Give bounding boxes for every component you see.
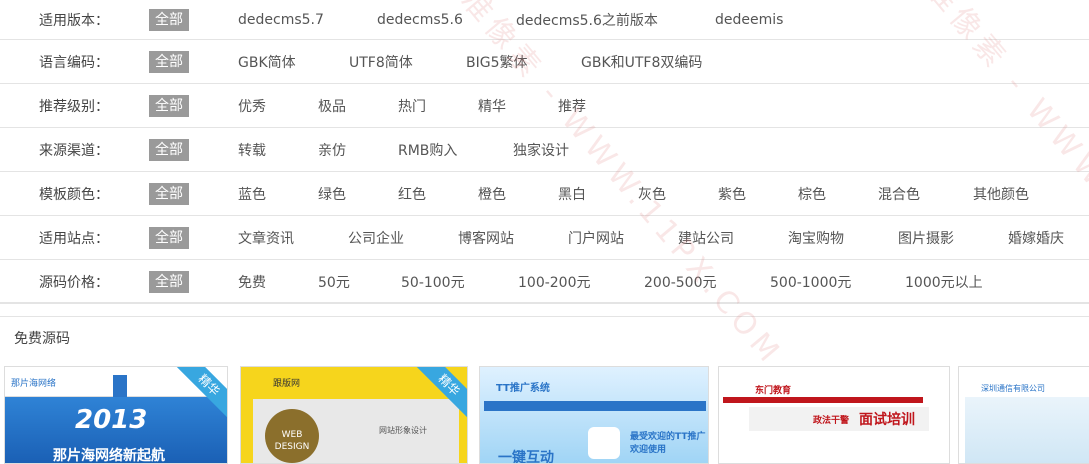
template-card[interactable]: 深圳通信有限公司 (958, 366, 1089, 464)
filter-row: 适用站点： 全部 文章资讯 公司企业 博客网站 门户网站 建站公司 淘宝购物 图片摄影 婚嫁婚庆 (0, 216, 1089, 260)
filter-option[interactable]: 橙色 (478, 184, 506, 204)
card-thumbnail: 深圳通信有限公司 (959, 367, 1089, 463)
card-thumbnail: 东门教育 政法干警 面试培训 (719, 367, 949, 463)
filter-label: 语言编码： (39, 54, 109, 71)
filter-row: 模板颜色： 全部 蓝色 绿色 红色 橙色 黑白 灰色 紫色 棕色 混合色 其他颜色 (0, 172, 1089, 216)
filter-all-button[interactable]: 全部 (149, 138, 189, 161)
card-thumbnail: TT推广系统 最受欢迎的TT推广 欢迎使用 一键互动 (480, 367, 708, 463)
filter-all-button[interactable]: 全部 (149, 270, 189, 293)
filter-panel: 适用版本： 全部 dedecms5.7 dedecms5.6 dedecms5.6之前版… (0, 0, 1089, 304)
filter-all-button[interactable]: 全部 (149, 226, 189, 249)
filter-option[interactable]: BIG5繁体 (466, 52, 528, 72)
divider (0, 316, 1089, 317)
filter-option[interactable]: 绿色 (318, 184, 346, 204)
filter-option[interactable]: 门户网站 (568, 228, 624, 248)
filter-row: 推荐级别： 全部 优秀 极品 热门 精华 推荐 (0, 84, 1089, 128)
filter-option[interactable]: 50-100元 (401, 272, 465, 292)
filter-option[interactable]: GBK和UTF8双编码 (581, 52, 702, 72)
filter-option[interactable]: dedeemis (715, 12, 783, 28)
filter-option[interactable]: 建站公司 (678, 228, 734, 248)
filter-all-button[interactable]: 全部 (149, 8, 189, 31)
filter-option[interactable]: UTF8简体 (349, 52, 413, 72)
filter-option[interactable]: 红色 (398, 184, 426, 204)
template-card[interactable]: TT推广系统 最受欢迎的TT推广 欢迎使用 一键互动 (479, 366, 709, 464)
filter-option[interactable]: 1000元以上 (905, 272, 983, 292)
filter-option[interactable]: 淘宝购物 (788, 228, 844, 248)
filter-all-button[interactable]: 全部 (149, 182, 189, 205)
section-title: 免费源码 (14, 331, 70, 347)
filter-option[interactable]: 蓝色 (238, 184, 266, 204)
filter-label: 模板颜色： (39, 186, 109, 203)
card-brand: 深圳通信有限公司 (981, 384, 1045, 393)
filter-option[interactable]: 文章资讯 (238, 228, 294, 248)
filter-option[interactable]: 棕色 (798, 184, 826, 204)
filter-option[interactable]: 婚嫁婚庆 (1008, 228, 1064, 248)
filter-option[interactable]: 精华 (478, 96, 506, 116)
card-brand: TT推广系统 (496, 383, 550, 394)
filter-option[interactable]: dedecms5.6之前版本 (516, 10, 658, 30)
filter-option[interactable]: 公司企业 (348, 228, 404, 248)
filter-all-button[interactable]: 全部 (149, 50, 189, 73)
filter-option[interactable]: 免费 (238, 272, 266, 292)
filter-option[interactable]: 优秀 (238, 96, 266, 116)
filter-option[interactable]: 50元 (318, 272, 350, 292)
template-card[interactable]: 跟版网 WEB DESIGN 网站形象设计 精华 (240, 366, 468, 464)
filter-option[interactable]: 其他颜色 (973, 184, 1029, 204)
divider (0, 302, 1089, 303)
filter-option[interactable]: dedecms5.6 (377, 12, 463, 28)
filter-option[interactable]: 图片摄影 (898, 228, 954, 248)
template-card-list: 那片海网络 2013 那片海网络新起航 精华 跟版网 WEB DESIGN 网站… (0, 366, 1089, 464)
filter-option[interactable]: GBK简体 (238, 52, 296, 72)
filter-option[interactable]: 热门 (398, 96, 426, 116)
filter-option[interactable]: 灰色 (638, 184, 666, 204)
filter-row: 来源渠道： 全部 转载 亲仿 RMB购入 独家设计 (0, 128, 1089, 172)
filter-label: 适用版本： (39, 12, 109, 29)
filter-option[interactable]: 推荐 (558, 96, 586, 116)
filter-option[interactable]: 100-200元 (518, 272, 591, 292)
filter-label: 适用站点： (39, 230, 109, 247)
filter-option[interactable]: 博客网站 (458, 228, 514, 248)
card-brand: 跟版网 (273, 379, 301, 389)
template-card[interactable]: 那片海网络 2013 那片海网络新起航 精华 (4, 366, 228, 464)
filter-option[interactable]: dedecms5.7 (238, 12, 324, 28)
card-brand: 那片海网络 (11, 379, 57, 389)
filter-label: 来源渠道： (39, 142, 109, 159)
card-thumbnail: 2013 那片海网络新起航 (5, 397, 227, 463)
filter-option[interactable]: RMB购入 (398, 140, 457, 160)
filter-option[interactable]: 混合色 (878, 184, 920, 204)
filter-option[interactable]: 黑白 (558, 184, 586, 204)
filter-option[interactable]: 亲仿 (318, 140, 346, 160)
filter-row: 源码价格： 全部 免费 50元 50-100元 100-200元 200-500元 500-1… (0, 260, 1089, 304)
filter-row: 适用版本： 全部 dedecms5.7 dedecms5.6 dedecms5.6之前版… (0, 0, 1089, 40)
filter-row: 语言编码： 全部 GBK简体 UTF8简体 BIG5繁体 GBK和UTF8双编码 (0, 40, 1089, 84)
filter-option[interactable]: 紫色 (718, 184, 746, 204)
card-brand: 东门教育 (755, 386, 792, 396)
filter-label: 推荐级别： (39, 98, 109, 115)
filter-option[interactable]: 极品 (318, 96, 346, 116)
filter-option[interactable]: 500-1000元 (770, 272, 851, 292)
filter-option[interactable]: 转载 (238, 140, 266, 160)
filter-option[interactable]: 独家设计 (513, 140, 569, 160)
filter-label: 源码价格： (39, 274, 109, 291)
template-card[interactable]: 东门教育 政法干警 面试培训 (718, 366, 950, 464)
filter-option[interactable]: 200-500元 (644, 272, 717, 292)
filter-all-button[interactable]: 全部 (149, 94, 189, 117)
